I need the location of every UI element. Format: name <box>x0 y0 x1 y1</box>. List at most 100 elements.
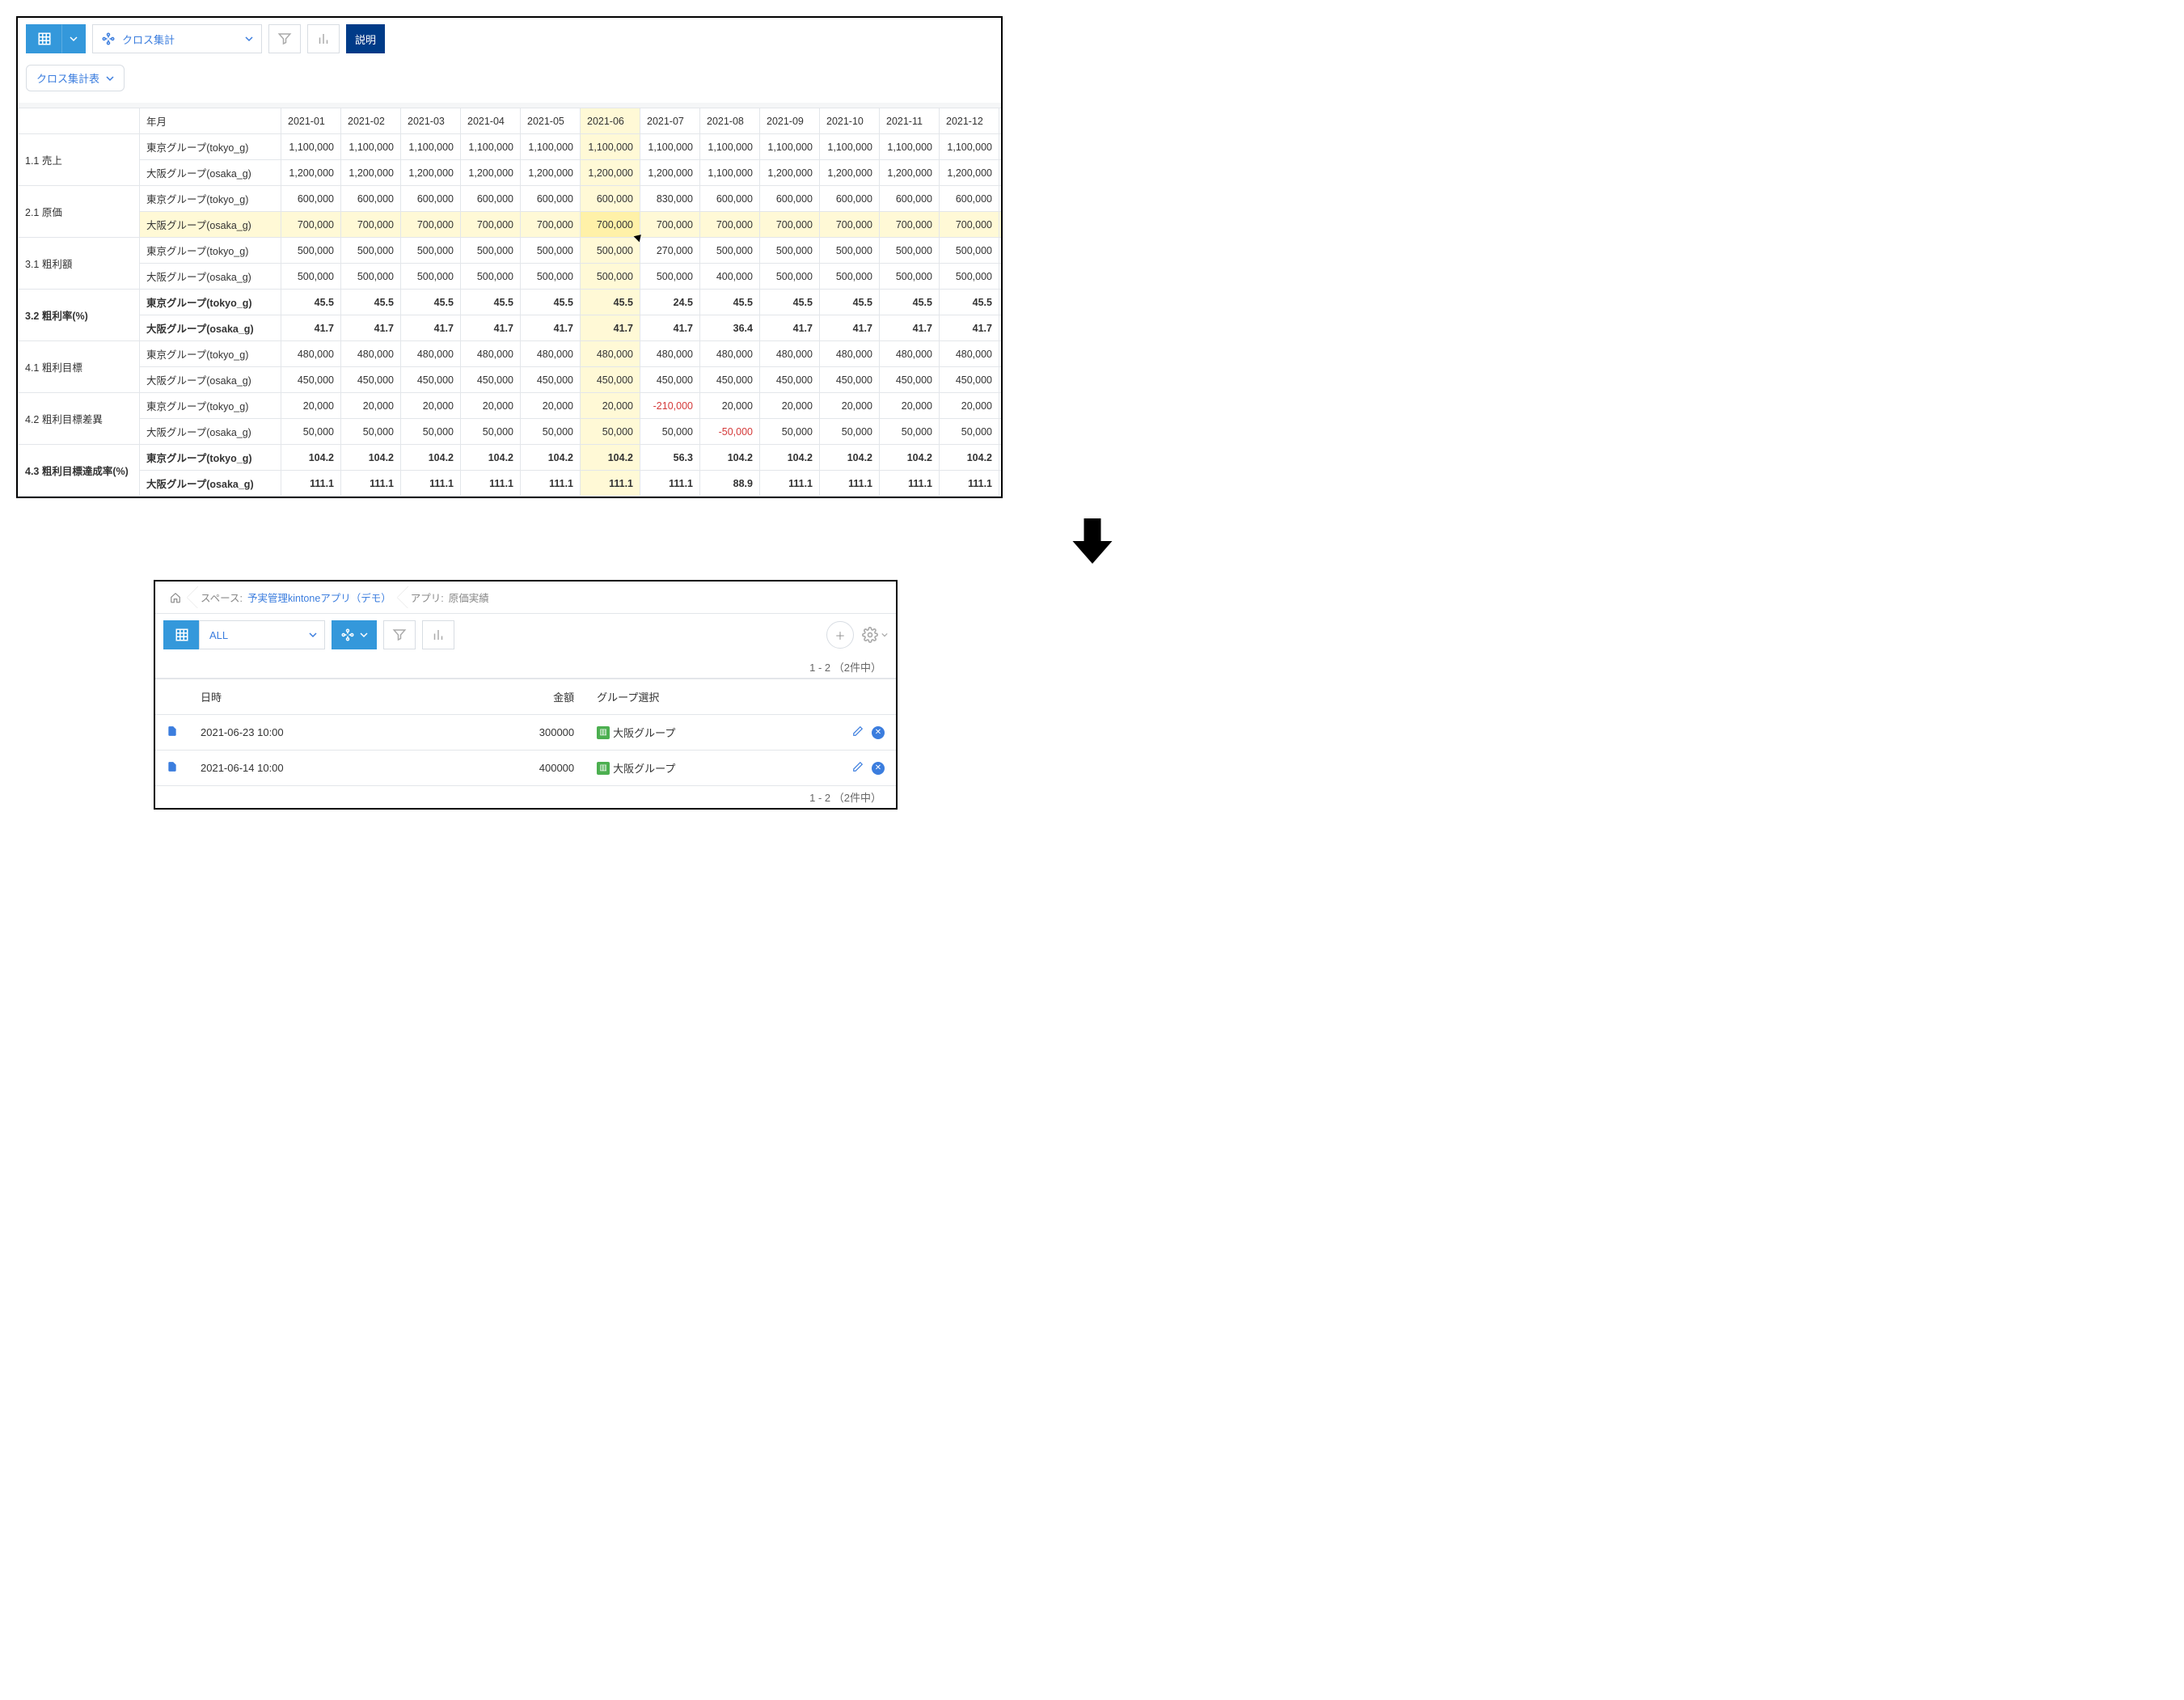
data-cell[interactable]: 500,000 <box>760 264 820 290</box>
data-cell[interactable]: 1,100,000 <box>461 134 521 160</box>
data-cell[interactable]: 600,000 <box>401 186 461 212</box>
breadcrumb-space[interactable]: スペース: 予実管理kintoneアプリ（デモ） <box>192 586 403 608</box>
data-cell[interactable]: 1,100,000 <box>281 134 341 160</box>
table-view-icon[interactable] <box>163 620 199 649</box>
data-cell[interactable]: 1,100,000 <box>581 134 640 160</box>
data-cell[interactable]: 450,000 <box>581 367 640 393</box>
crosstab-select[interactable]: クロス集計 <box>92 24 262 53</box>
data-cell[interactable]: 600,000 <box>940 186 999 212</box>
data-cell[interactable]: 500,000 <box>461 264 521 290</box>
data-cell[interactable]: 41.7 <box>341 315 401 341</box>
data-cell[interactable]: 36.4 <box>700 315 760 341</box>
filter-button[interactable] <box>383 620 416 649</box>
data-cell[interactable]: 41.7 <box>880 315 940 341</box>
data-cell[interactable]: 20,000 <box>581 393 640 419</box>
data-cell[interactable]: 111.1 <box>581 471 640 497</box>
data-cell[interactable]: 450,000 <box>281 367 341 393</box>
data-cell[interactable]: 41.7 <box>640 315 700 341</box>
data-cell[interactable]: 104.2 <box>521 445 581 471</box>
data-cell[interactable]: 45.5 <box>461 290 521 315</box>
data-cell[interactable]: 450,000 <box>940 367 999 393</box>
data-cell[interactable]: 41.7 <box>461 315 521 341</box>
data-cell[interactable]: 1,100,000 <box>700 160 760 186</box>
data-cell[interactable]: 20,000 <box>341 393 401 419</box>
data-cell[interactable]: 500,000 <box>760 238 820 264</box>
data-cell[interactable]: 1,200,000 <box>281 160 341 186</box>
data-cell[interactable]: 600,000 <box>341 186 401 212</box>
data-cell[interactable]: -50,000 <box>700 419 760 445</box>
graph-button[interactable] <box>332 620 377 649</box>
data-cell[interactable]: 50,000 <box>880 419 940 445</box>
data-cell[interactable]: 600,000 <box>820 186 880 212</box>
data-cell[interactable]: 104.2 <box>700 445 760 471</box>
data-cell[interactable]: 500,000 <box>820 264 880 290</box>
data-cell[interactable]: 270,000 <box>640 238 700 264</box>
data-cell[interactable]: 600,000 <box>760 186 820 212</box>
data-cell[interactable]: 480,000 <box>700 341 760 367</box>
data-cell[interactable]: 480,000 <box>581 341 640 367</box>
data-cell[interactable]: 50,000 <box>401 419 461 445</box>
data-cell[interactable]: 50,000 <box>281 419 341 445</box>
explain-button[interactable]: 説明 <box>346 24 385 53</box>
data-cell[interactable]: 700,000 <box>700 212 760 238</box>
data-cell[interactable]: 20,000 <box>281 393 341 419</box>
data-cell[interactable]: 24.5 <box>640 290 700 315</box>
breadcrumb-space-link[interactable]: 予実管理kintoneアプリ（デモ） <box>247 590 391 605</box>
data-cell[interactable]: 500,000 <box>401 238 461 264</box>
data-cell[interactable]: 500,000 <box>461 238 521 264</box>
delete-button[interactable]: ✕ <box>872 762 885 775</box>
data-cell[interactable]: 500,000 <box>281 264 341 290</box>
sheet-dropdown[interactable]: クロス集計表 <box>26 65 125 91</box>
data-cell[interactable]: 450,000 <box>760 367 820 393</box>
data-cell[interactable]: 1,100,000 <box>940 134 999 160</box>
data-cell[interactable]: 480,000 <box>401 341 461 367</box>
data-cell[interactable]: 500,000 <box>940 264 999 290</box>
list-item[interactable]: 2021-06-14 10:00400000▥大阪グループ✕ <box>155 751 896 786</box>
data-cell[interactable]: 500,000 <box>581 264 640 290</box>
data-cell[interactable]: 111.1 <box>281 471 341 497</box>
data-cell[interactable]: 111.1 <box>521 471 581 497</box>
data-cell[interactable]: 480,000 <box>461 341 521 367</box>
data-cell[interactable]: 480,000 <box>281 341 341 367</box>
data-cell[interactable]: 104.2 <box>820 445 880 471</box>
data-cell[interactable]: 104.2 <box>281 445 341 471</box>
data-cell[interactable]: 50,000 <box>521 419 581 445</box>
data-cell[interactable]: 700,000 <box>880 212 940 238</box>
data-cell[interactable]: 20,000 <box>820 393 880 419</box>
edit-button[interactable] <box>852 725 864 739</box>
data-cell[interactable]: 20,000 <box>700 393 760 419</box>
data-cell[interactable]: 104.2 <box>401 445 461 471</box>
data-cell[interactable]: 500,000 <box>341 238 401 264</box>
data-cell[interactable]: 1,100,000 <box>700 134 760 160</box>
data-cell[interactable]: 700,000 <box>640 212 700 238</box>
data-cell[interactable]: 104.2 <box>880 445 940 471</box>
data-cell[interactable]: 450,000 <box>341 367 401 393</box>
data-cell[interactable]: 500,000 <box>940 238 999 264</box>
data-cell[interactable]: 600,000 <box>880 186 940 212</box>
data-cell[interactable]: 20,000 <box>521 393 581 419</box>
data-cell[interactable]: 500,000 <box>880 238 940 264</box>
data-cell[interactable]: 41.7 <box>760 315 820 341</box>
data-cell[interactable]: 45.5 <box>880 290 940 315</box>
data-cell[interactable]: 50,000 <box>940 419 999 445</box>
data-cell[interactable]: 1,100,000 <box>820 134 880 160</box>
view-mode-caret-icon[interactable] <box>61 24 86 53</box>
data-cell[interactable]: 45.5 <box>581 290 640 315</box>
records-view-combo[interactable]: ALL <box>163 620 325 649</box>
data-cell[interactable]: 45.5 <box>760 290 820 315</box>
filter-button[interactable] <box>268 24 301 53</box>
data-cell[interactable]: 1,100,000 <box>521 134 581 160</box>
data-cell[interactable]: 400,000 <box>700 264 760 290</box>
data-cell[interactable]: 700,000 <box>401 212 461 238</box>
data-cell[interactable]: 1,200,000 <box>940 160 999 186</box>
data-cell[interactable]: 700,000 <box>820 212 880 238</box>
table-view-icon[interactable] <box>26 24 61 53</box>
records-view-select[interactable]: ALL <box>199 620 301 649</box>
data-cell[interactable]: 500,000 <box>581 238 640 264</box>
data-cell[interactable]: 700,000 <box>760 212 820 238</box>
data-cell[interactable]: 20,000 <box>940 393 999 419</box>
data-cell[interactable]: 500,000 <box>880 264 940 290</box>
data-cell[interactable]: 480,000 <box>760 341 820 367</box>
data-cell[interactable]: 50,000 <box>820 419 880 445</box>
data-cell[interactable]: 20,000 <box>401 393 461 419</box>
